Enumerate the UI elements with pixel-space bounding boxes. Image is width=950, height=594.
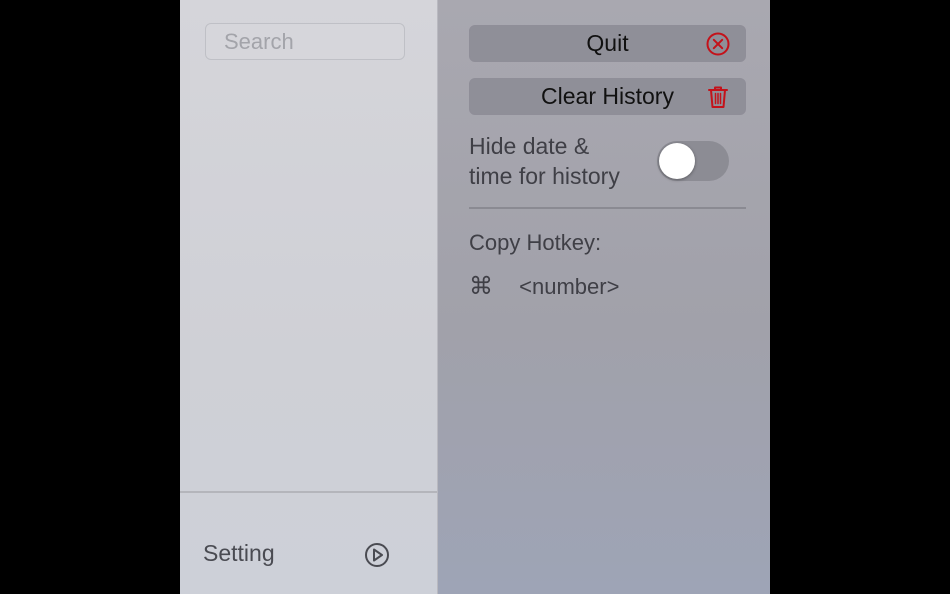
toggle-label-line1: Hide date & bbox=[469, 133, 590, 159]
setting-row[interactable]: Setting bbox=[180, 530, 437, 580]
quit-button[interactable]: Quit bbox=[469, 25, 746, 62]
copy-hotkey-title: Copy Hotkey: bbox=[469, 230, 602, 255]
hide-date-toggle-label: Hide date & time for history bbox=[469, 131, 654, 191]
settings-panel: Quit Clear History Hide date & time for … bbox=[438, 0, 770, 594]
search-input[interactable] bbox=[205, 23, 405, 60]
copy-hotkey-row: ⌘ <number> bbox=[469, 272, 619, 300]
settings-play-icon[interactable] bbox=[363, 541, 391, 569]
clear-history-button-label: Clear History bbox=[541, 83, 674, 109]
settings-divider bbox=[469, 207, 746, 209]
quit-button-label: Quit bbox=[586, 30, 629, 56]
footer-divider bbox=[180, 491, 437, 493]
clear-history-button[interactable]: Clear History bbox=[469, 78, 746, 115]
close-circle-icon bbox=[706, 32, 730, 56]
app-window: Setting Quit Clear History H bbox=[180, 0, 770, 594]
history-pane: Setting bbox=[180, 0, 438, 594]
command-key-icon: ⌘ bbox=[469, 272, 493, 300]
hotkey-value: <number> bbox=[519, 274, 620, 299]
toggle-knob bbox=[659, 143, 695, 179]
trash-icon bbox=[708, 86, 728, 108]
toggle-label-line2: time for history bbox=[469, 163, 620, 189]
hide-date-toggle[interactable] bbox=[657, 141, 729, 181]
setting-label: Setting bbox=[203, 540, 275, 566]
